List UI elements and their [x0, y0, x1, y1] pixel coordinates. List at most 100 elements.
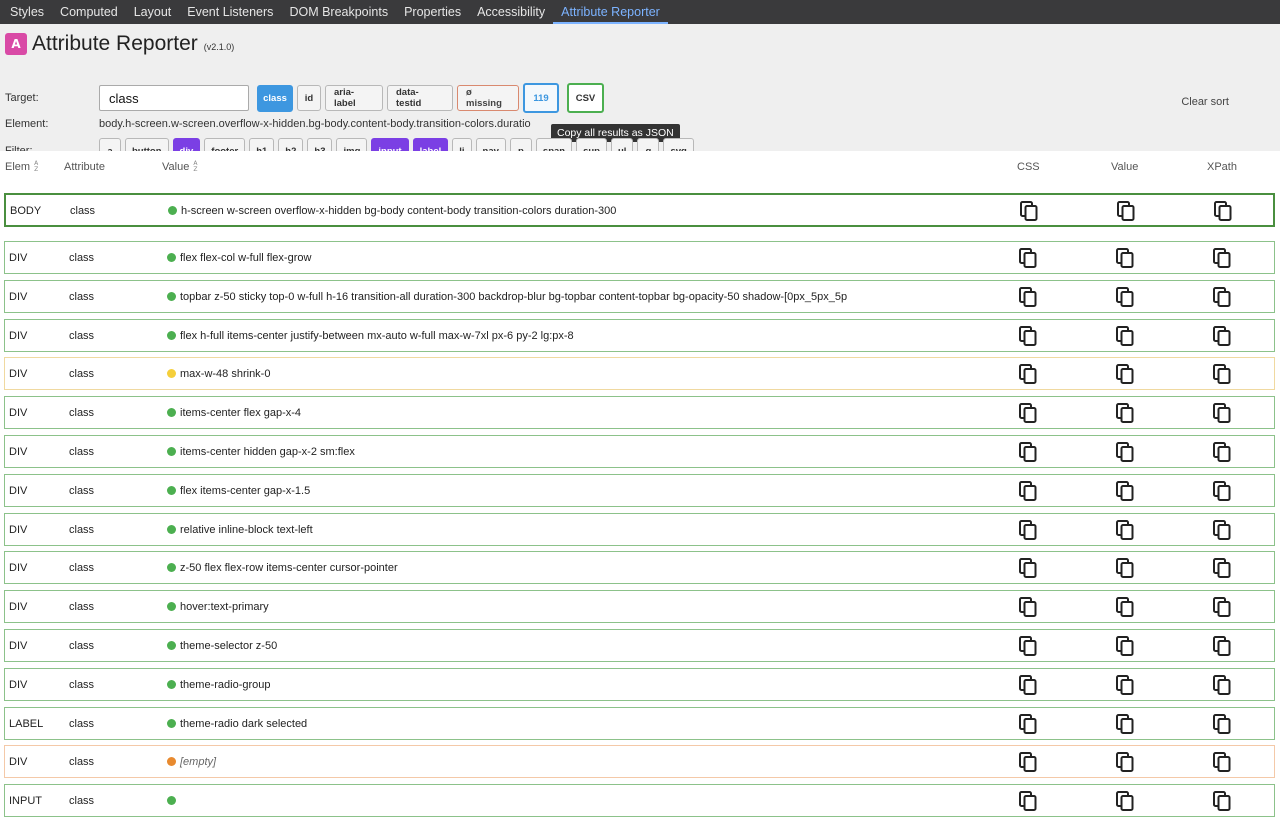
table-row[interactable]: DIV class items-center hidden gap-x-2 sm:f… [4, 435, 1275, 468]
elem-column-header[interactable]: Elem A Z [5, 161, 39, 174]
table-row[interactable]: INPUT class [4, 784, 1275, 817]
tab-event-listeners[interactable]: Event Listeners [179, 0, 281, 24]
sort-z: Z [34, 166, 39, 173]
copy-json-button[interactable]: 119 [523, 83, 559, 113]
copy-value-icon[interactable] [1116, 519, 1134, 540]
copy-css-icon[interactable] [1019, 248, 1037, 268]
copy-css-icon[interactable] [1019, 674, 1037, 695]
copy-css-icon[interactable] [1019, 597, 1037, 618]
target-class-button[interactable]: class [257, 84, 293, 112]
copy-css-icon[interactable] [1019, 752, 1037, 773]
value-column-header[interactable]: Value A Z [162, 161, 198, 174]
table-row[interactable]: DIV class [empty] [4, 745, 1275, 779]
copy-css-icon[interactable] [1019, 480, 1037, 501]
copy-xpath-icon[interactable] [1214, 201, 1232, 221]
row-attribute-name: class [70, 205, 96, 217]
target-missing-button[interactable]: ø missing [457, 85, 519, 111]
copy-xpath-icon[interactable] [1213, 519, 1231, 540]
copy-xpath-icon[interactable] [1213, 403, 1231, 424]
copy-css-icon[interactable] [1019, 519, 1037, 540]
row-element-tag: DIV [9, 407, 28, 420]
css-column-label: CSS [1017, 161, 1040, 173]
table-row[interactable]: LABEL class theme-radio dark selected [4, 706, 1275, 740]
copy-xpath-icon[interactable] [1213, 248, 1231, 268]
table-row[interactable]: DIV class max-w-48 shrink-0 [4, 357, 1275, 391]
sort-z: Z [193, 166, 198, 173]
copy-xpath-icon[interactable] [1213, 286, 1231, 307]
tab-attribute-reporter[interactable]: Attribute Reporter [553, 0, 668, 24]
copy-css-icon[interactable] [1019, 325, 1037, 346]
copy-value-icon[interactable] [1116, 442, 1134, 462]
copy-xpath-icon[interactable] [1213, 480, 1231, 501]
copy-xpath-icon[interactable] [1213, 325, 1231, 346]
row-element-tag: DIV [9, 484, 28, 497]
copy-xpath-icon[interactable] [1213, 364, 1231, 385]
table-row[interactable]: DIV class flex items-center gap-x-1.5 [4, 473, 1275, 507]
copy-css-icon[interactable] [1020, 201, 1038, 221]
target-input[interactable] [99, 85, 249, 111]
status-dot-icon [167, 679, 176, 689]
copy-value-icon[interactable] [1116, 752, 1134, 773]
copy-xpath-icon[interactable] [1213, 597, 1231, 618]
tab-styles[interactable]: Styles [2, 0, 52, 24]
copy-value-icon[interactable] [1116, 364, 1134, 385]
row-value-cell: z-50 flex flex-row items-center cursor-p… [167, 562, 887, 574]
tab-accessibility[interactable]: Accessibility [469, 0, 553, 24]
clear-sort-link[interactable]: Clear sort [1181, 96, 1229, 108]
copy-value-icon[interactable] [1116, 286, 1134, 307]
copy-value-icon[interactable] [1116, 248, 1134, 268]
table-row[interactable]: DIV class flex h-full items-center justify… [4, 318, 1275, 352]
element-label: Element: [5, 118, 49, 130]
tab-dom-breakpoints[interactable]: DOM Breakpoints [281, 0, 396, 24]
copy-css-icon[interactable] [1019, 364, 1037, 385]
row-value-cell: theme-radio-group [167, 679, 887, 691]
row-element-tag: DIV [9, 368, 28, 381]
row-attribute-name: class [69, 290, 95, 303]
copy-xpath-icon[interactable] [1213, 674, 1231, 695]
copy-xpath-icon[interactable] [1213, 442, 1231, 462]
copy-value-icon[interactable] [1116, 480, 1134, 501]
copy-css-icon[interactable] [1019, 403, 1037, 424]
tab-properties[interactable]: Properties [396, 0, 469, 24]
table-row[interactable]: DIV class items-center flex gap-x-4 [4, 396, 1275, 430]
copy-css-icon[interactable] [1019, 286, 1037, 307]
copy-xpath-icon[interactable] [1213, 791, 1231, 812]
table-row[interactable]: DIV class topbar z-50 sticky top-0 w-full … [4, 279, 1275, 313]
table-row[interactable]: BODY class h-screen w-screen overflow-x-hi… [4, 193, 1275, 227]
row-attribute-value: flex h-full items-center justify-between… [180, 329, 574, 342]
copy-xpath-icon[interactable] [1213, 713, 1231, 734]
copy-value-icon[interactable] [1116, 597, 1134, 618]
copy-value-icon[interactable] [1116, 713, 1134, 734]
table-row[interactable]: DIV class z-50 flex flex-row items-center … [4, 551, 1275, 585]
table-row[interactable]: DIV class relative inline-block text-left [4, 512, 1275, 546]
copy-css-icon[interactable] [1019, 791, 1037, 812]
tab-computed[interactable]: Computed [52, 0, 126, 24]
copy-value-icon[interactable] [1116, 791, 1134, 812]
target-data-testid-button[interactable]: data-testid [387, 85, 453, 111]
table-row[interactable]: DIV class hover:text-primary [4, 590, 1275, 624]
attribute-column-header[interactable]: Attribute [64, 161, 105, 173]
table-row[interactable]: DIV class theme-radio-group [4, 667, 1275, 701]
target-aria-label-button[interactable]: aria-label [325, 85, 383, 111]
table-row[interactable]: DIV class theme-selector z-50 [4, 629, 1275, 662]
copy-css-icon[interactable] [1019, 713, 1037, 734]
table-row[interactable]: DIV class flex flex-col w-full flex-grow [4, 241, 1275, 274]
csv-button[interactable]: CSV [567, 83, 604, 113]
row-value-cell [167, 795, 887, 807]
copy-css-icon[interactable] [1019, 636, 1037, 656]
copy-xpath-icon[interactable] [1213, 558, 1231, 579]
tab-layout[interactable]: Layout [126, 0, 180, 24]
target-id-button[interactable]: id [297, 85, 321, 111]
copy-xpath-icon[interactable] [1213, 752, 1231, 773]
copy-value-icon[interactable] [1116, 403, 1134, 424]
copy-css-icon[interactable] [1019, 442, 1037, 462]
copy-css-icon[interactable] [1019, 558, 1037, 579]
copy-xpath-icon[interactable] [1213, 636, 1231, 656]
row-attribute-value: theme-selector z-50 [180, 640, 278, 652]
copy-value-icon[interactable] [1116, 636, 1134, 656]
copy-value-icon[interactable] [1116, 558, 1134, 579]
copy-value-icon[interactable] [1116, 325, 1134, 346]
row-attribute-value: items-center flex gap-x-4 [180, 407, 302, 420]
copy-value-icon[interactable] [1117, 201, 1135, 221]
copy-value-icon[interactable] [1116, 674, 1134, 695]
